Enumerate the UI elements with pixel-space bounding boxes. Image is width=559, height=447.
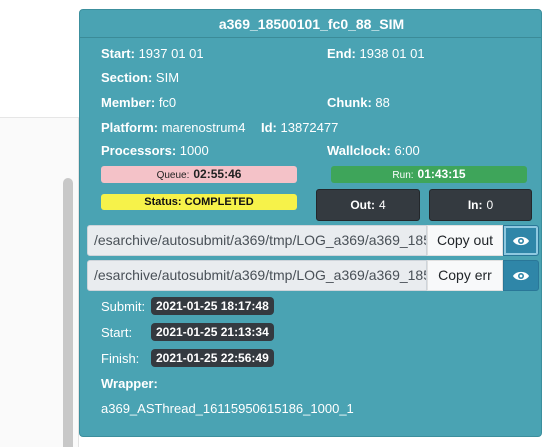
status-value: COMPLETED xyxy=(184,196,254,208)
in-label: In: xyxy=(467,198,483,212)
out-log-path-input[interactable]: /esarchive/autosubmit/a369/tmp/LOG_a369/… xyxy=(87,225,427,256)
processors-label: Processors: xyxy=(101,143,177,158)
platform-field: Platform: marenostrum4 xyxy=(101,120,246,135)
start-time-label: Start: xyxy=(101,325,133,340)
job-detail-card: a369_18500101_fc0_88_SIM Start: 1937 01 … xyxy=(79,9,542,437)
in-dependencies-button[interactable]: In: 0 xyxy=(429,189,532,221)
out-dependencies-button[interactable]: Out: 4 xyxy=(316,189,420,221)
id-label: Id: xyxy=(261,120,277,135)
wrapper-label: Wrapper: xyxy=(101,376,158,391)
chunk-value: 88 xyxy=(375,95,390,110)
run-value: 01:43:15 xyxy=(417,167,466,181)
chunk-label: Chunk: xyxy=(327,95,372,110)
section-label: Section: xyxy=(101,70,153,85)
chunk-field: Chunk: 88 xyxy=(327,95,390,110)
queue-value: 02:55:46 xyxy=(193,167,242,181)
view-err-log-button[interactable] xyxy=(503,260,539,291)
right-edge xyxy=(542,0,559,447)
left-pane xyxy=(0,0,79,447)
end-field: End: 1938 01 01 xyxy=(327,46,425,61)
id-field: Id: 13872477 xyxy=(261,120,338,135)
end-label: End: xyxy=(327,46,356,61)
start-label: Start: xyxy=(101,46,135,61)
wallclock-value: 6:00 xyxy=(394,143,420,158)
out-log-row: /esarchive/autosubmit/a369/tmp/LOG_a369/… xyxy=(87,225,539,256)
member-value: fc0 xyxy=(158,95,177,110)
member-label: Member: xyxy=(101,95,156,110)
section-field: Section: SIM xyxy=(101,70,179,85)
wallclock-label: Wallclock: xyxy=(327,143,391,158)
scrollbar[interactable] xyxy=(63,178,73,447)
queue-time-badge: Queue: 02:55:46 xyxy=(101,166,297,183)
out-value: 4 xyxy=(378,198,386,212)
run-time-badge: Run: 01:43:15 xyxy=(331,166,527,183)
job-title: a369_18500101_fc0_88_SIM xyxy=(80,10,541,38)
out-label: Out: xyxy=(350,198,375,212)
id-value: 13872477 xyxy=(280,120,339,135)
end-value: 1938 01 01 xyxy=(359,46,425,61)
finish-time-badge: 2021-01-25 22:56:49 xyxy=(151,349,274,367)
wallclock-field: Wallclock: 6:00 xyxy=(327,143,420,158)
wrapper-label-field: Wrapper: xyxy=(101,376,158,391)
queue-label: Queue: xyxy=(156,170,190,181)
platform-value: marenostrum4 xyxy=(161,120,246,135)
status-label: Status: xyxy=(144,196,182,208)
err-log-path-input[interactable]: /esarchive/autosubmit/a369/tmp/LOG_a369/… xyxy=(87,260,427,291)
page: a369_18500101_fc0_88_SIM Start: 1937 01 … xyxy=(0,0,559,447)
wrapper-value: a369_ASThread_16115950615186_1000_1 xyxy=(101,401,354,416)
platform-label: Platform: xyxy=(101,120,159,135)
eye-icon xyxy=(513,236,529,245)
member-field: Member: fc0 xyxy=(101,95,176,110)
view-out-log-button[interactable] xyxy=(503,225,539,256)
processors-value: 1000 xyxy=(179,143,209,158)
run-label: Run: xyxy=(392,170,414,181)
submit-time-badge: 2021-01-25 18:17:48 xyxy=(151,297,274,315)
copy-err-button[interactable]: Copy err xyxy=(427,260,503,291)
section-value: SIM xyxy=(155,70,180,85)
in-value: 0 xyxy=(486,198,494,212)
err-log-row: /esarchive/autosubmit/a369/tmp/LOG_a369/… xyxy=(87,260,539,291)
finish-label: Finish: xyxy=(101,351,140,366)
start-field: Start: 1937 01 01 xyxy=(101,46,204,61)
processors-field: Processors: 1000 xyxy=(101,143,209,158)
copy-out-button[interactable]: Copy out xyxy=(427,225,503,256)
eye-icon xyxy=(513,271,529,280)
start-time-badge: 2021-01-25 21:13:34 xyxy=(151,323,274,341)
status-badge: Status: COMPLETED xyxy=(101,194,297,210)
start-value: 1937 01 01 xyxy=(138,46,204,61)
submit-label: Submit: xyxy=(101,299,146,314)
left-pane-top xyxy=(0,0,79,118)
